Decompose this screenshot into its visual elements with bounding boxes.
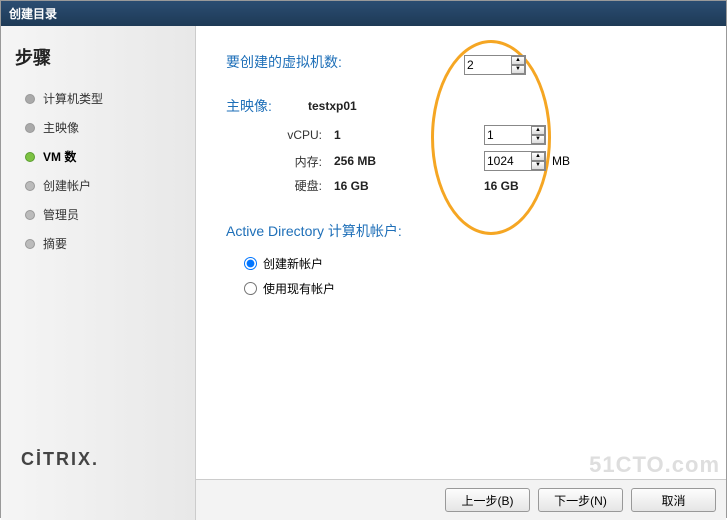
step-label: 管理员 <box>43 206 79 223</box>
radio-existing-input[interactable] <box>244 282 257 295</box>
disk-label: 硬盘: <box>244 177 334 194</box>
step-computer-type[interactable]: 计算机类型 <box>15 84 181 113</box>
spin-up-icon[interactable]: ▲ <box>511 56 525 65</box>
sidebar: 步骤 计算机类型 主映像 VM 数 创建帐户 管理员 摘要 CİTRIX. <box>1 26 196 520</box>
memory-label: 内存: <box>244 153 334 170</box>
memory-unit: MB <box>552 154 570 168</box>
spin-up-icon[interactable]: ▲ <box>531 126 545 135</box>
step-label: 主映像 <box>43 119 79 136</box>
step-create-account[interactable]: 创建帐户 <box>15 171 181 200</box>
window-titlebar: 创建目录 <box>1 1 726 26</box>
content-panel: 要创建的虚拟机数: ▲▼ 主映像: testxp01 vCPU: 1 ▲▼ 内存… <box>196 26 726 520</box>
spin-up-icon[interactable]: ▲ <box>531 152 545 161</box>
master-image-value: testxp01 <box>308 99 357 113</box>
step-label: VM 数 <box>43 148 76 165</box>
disk-new: 16 GB <box>484 179 519 193</box>
radio-existing-label: 使用现有帐户 <box>263 280 335 297</box>
radio-create-label: 创建新帐户 <box>263 255 323 272</box>
vcpu-input-box: ▲▼ <box>484 125 546 145</box>
step-label: 摘要 <box>43 235 67 252</box>
back-button[interactable]: 上一步(B) <box>445 488 530 512</box>
memory-original: 256 MB <box>334 154 484 168</box>
master-image-label: 主映像: <box>226 96 308 116</box>
footer-buttons: 上一步(B) 下一步(N) 取消 <box>196 479 726 520</box>
step-list: 计算机类型 主映像 VM 数 创建帐户 管理员 摘要 <box>15 84 181 258</box>
step-bullet-icon <box>25 123 35 133</box>
radio-create-input[interactable] <box>244 257 257 270</box>
step-admin[interactable]: 管理员 <box>15 200 181 229</box>
spin-down-icon[interactable]: ▼ <box>511 65 525 74</box>
watermark: 51CTO.com <box>589 452 720 478</box>
sidebar-title: 步骤 <box>15 44 181 70</box>
memory-input-box: ▲▼ <box>484 151 546 171</box>
spin-down-icon[interactable]: ▼ <box>531 161 545 170</box>
step-bullet-icon <box>25 239 35 249</box>
citrix-logo: CİTRIX. <box>21 449 99 470</box>
spin-down-icon[interactable]: ▼ <box>531 135 545 144</box>
step-vm-count[interactable]: VM 数 <box>15 142 181 171</box>
vm-count-input-box: ▲▼ <box>464 55 526 75</box>
step-summary[interactable]: 摘要 <box>15 229 181 258</box>
step-bullet-icon <box>25 181 35 191</box>
radio-existing-account[interactable]: 使用现有帐户 <box>244 276 696 301</box>
vcpu-original: 1 <box>334 128 484 142</box>
disk-original: 16 GB <box>334 179 484 193</box>
step-bullet-icon <box>25 152 35 162</box>
next-button[interactable]: 下一步(N) <box>538 488 623 512</box>
vcpu-label: vCPU: <box>244 128 334 142</box>
step-bullet-icon <box>25 94 35 104</box>
step-bullet-icon <box>25 210 35 220</box>
main-container: 步骤 计算机类型 主映像 VM 数 创建帐户 管理员 摘要 CİTRIX. 要创… <box>1 26 726 520</box>
radio-create-account[interactable]: 创建新帐户 <box>244 251 696 276</box>
vm-count-label: 要创建的虚拟机数: <box>226 52 464 72</box>
step-master-image[interactable]: 主映像 <box>15 113 181 142</box>
step-label: 创建帐户 <box>43 177 91 194</box>
step-label: 计算机类型 <box>43 90 103 107</box>
specs-block: vCPU: 1 ▲▼ 内存: 256 MB ▲▼ MB 硬盘: 16 GB <box>244 122 696 197</box>
ad-heading: Active Directory 计算机帐户: <box>226 221 696 241</box>
cancel-button[interactable]: 取消 <box>631 488 716 512</box>
